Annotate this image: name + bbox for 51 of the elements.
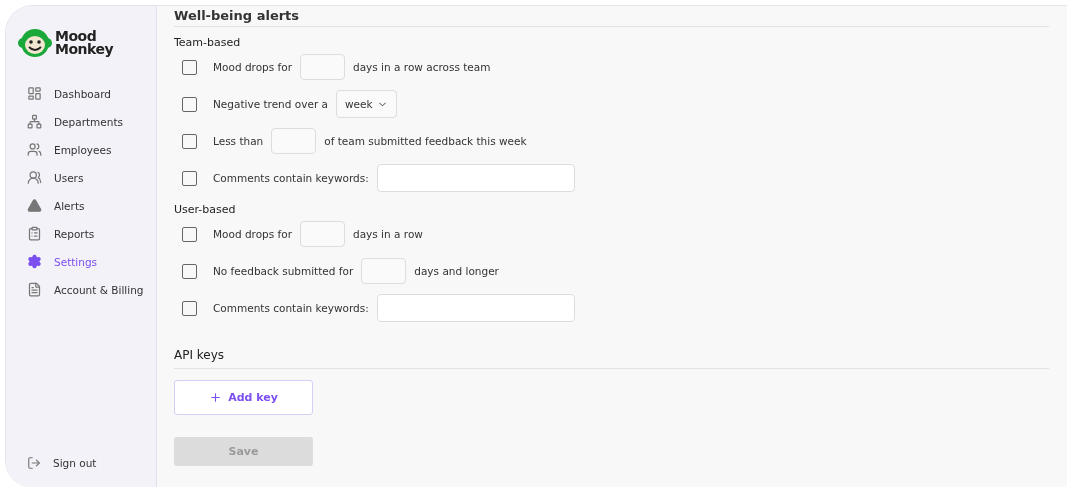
checkbox[interactable] bbox=[182, 170, 197, 186]
rule-text: days in a row across team bbox=[353, 61, 491, 73]
sidebar-item[interactable]: Dashboard bbox=[27, 84, 156, 103]
checkbox[interactable] bbox=[182, 96, 197, 112]
people-icon bbox=[27, 142, 42, 157]
plus-icon bbox=[209, 391, 223, 404]
dashboard-icon bbox=[27, 86, 42, 101]
section-title: Well-being alerts bbox=[174, 8, 1049, 27]
rule-text: days in a row bbox=[353, 228, 423, 240]
group-title: User-based bbox=[174, 203, 237, 216]
group-title: Team-based bbox=[174, 36, 242, 49]
rule-text: No feedback submitted for bbox=[213, 265, 354, 277]
rule-text: Comments contain keywords: bbox=[213, 172, 369, 184]
sidebar-item[interactable]: Account & Billing bbox=[27, 280, 156, 299]
sidebar-item[interactable]: Users bbox=[27, 168, 156, 187]
number-field[interactable] bbox=[300, 54, 345, 80]
checkbox[interactable] bbox=[182, 300, 197, 316]
document-icon bbox=[27, 282, 42, 297]
sign-out-link[interactable]: Sign out bbox=[27, 453, 156, 472]
checkbox[interactable] bbox=[182, 226, 197, 242]
rule-text: Negative trend over a bbox=[213, 98, 328, 110]
sidebar-item[interactable]: Departments bbox=[27, 112, 156, 131]
rule-text: Mood drops for bbox=[213, 61, 292, 73]
keywords-field[interactable] bbox=[376, 294, 575, 322]
sidebar-item[interactable]: Reports bbox=[27, 224, 156, 243]
checkbox[interactable] bbox=[182, 133, 197, 149]
group-icon bbox=[27, 170, 42, 185]
sidebar-item[interactable]: Employees bbox=[27, 140, 156, 159]
sidebar-item[interactable]: Alerts bbox=[27, 196, 156, 215]
warning-icon bbox=[27, 198, 42, 213]
section-title: API keys bbox=[174, 348, 1049, 369]
number-field[interactable] bbox=[300, 221, 345, 247]
settings-icon bbox=[27, 254, 42, 269]
checkbox[interactable] bbox=[182, 59, 197, 75]
add-key-button[interactable]: Add key bbox=[174, 380, 313, 415]
rule-text: Mood drops for bbox=[213, 228, 292, 240]
number-field[interactable] bbox=[271, 128, 317, 154]
period-dropdown[interactable]: week bbox=[335, 90, 397, 118]
number-field[interactable] bbox=[361, 258, 407, 284]
sidebar-item[interactable]: Settings bbox=[27, 252, 156, 271]
clipboard-icon bbox=[27, 226, 42, 241]
rule-text: of team submitted feedback this week bbox=[324, 135, 527, 147]
rule-text: days and longer bbox=[414, 265, 499, 277]
checkbox[interactable] bbox=[182, 263, 197, 279]
monkey-logo-icon bbox=[18, 26, 52, 60]
network-icon bbox=[27, 114, 42, 129]
brand-name: Mood Monkey bbox=[55, 30, 114, 56]
keywords-field[interactable] bbox=[376, 164, 575, 192]
rule-text: Less than bbox=[213, 135, 264, 147]
rule-text: Comments contain keywords: bbox=[213, 302, 369, 314]
sign-out-icon bbox=[27, 455, 41, 470]
